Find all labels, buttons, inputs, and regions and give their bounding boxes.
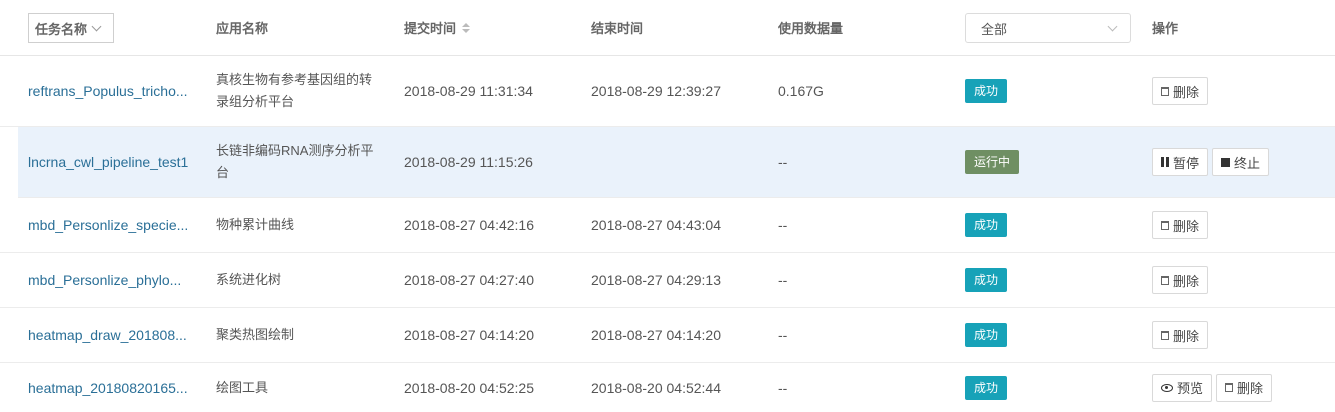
stop-button-label: 终止 xyxy=(1234,155,1261,171)
app-name: 长链非编码RNA测序分析平台 xyxy=(216,143,374,180)
table-row: mbd_Personlize_specie... 物种累计曲线 2018-08-… xyxy=(0,198,1335,253)
end-time: 2018-08-29 12:39:27 xyxy=(591,83,721,99)
delete-button[interactable]: 删除 xyxy=(1216,373,1273,402)
trash-icon xyxy=(1161,220,1169,230)
pause-button-label: 暂停 xyxy=(1173,155,1200,171)
data-usage: 0.167G xyxy=(778,83,824,99)
eye-icon xyxy=(1161,383,1173,392)
delete-button-label: 删除 xyxy=(1173,273,1200,289)
data-usage: -- xyxy=(778,217,788,233)
end-time: 2018-08-20 04:52:44 xyxy=(591,379,721,396)
chevron-down-icon xyxy=(91,21,102,31)
trash-icon xyxy=(1161,86,1169,96)
submit-time-header[interactable]: 提交时间 xyxy=(404,0,584,55)
status-badge: 成功 xyxy=(965,213,1008,237)
table-row: heatmap_draw_201808... 聚类热图绘制 2018-08-27… xyxy=(0,308,1335,363)
preview-button[interactable]: 预览 xyxy=(1152,373,1213,402)
end-time: 2018-08-27 04:29:13 xyxy=(591,272,721,288)
table-row: mbd_Personlize_phylo... 系统进化树 2018-08-27… xyxy=(0,253,1335,308)
task-name-header: 任务名称 xyxy=(35,21,88,37)
delete-button-label: 删除 xyxy=(1173,84,1200,100)
task-name-link[interactable]: heatmap_draw_201808... xyxy=(28,327,187,343)
pause-button[interactable]: 暂停 xyxy=(1152,148,1209,176)
actions-header: 操作 xyxy=(1152,21,1179,36)
submit-time: 2018-08-29 11:31:34 xyxy=(404,83,533,99)
status-badge: 运行中 xyxy=(965,150,1020,174)
submit-time-header-label: 提交时间 xyxy=(404,21,457,36)
app-name: 绘图工具 xyxy=(216,379,269,395)
app-name: 物种累计曲线 xyxy=(216,217,295,232)
submit-time: 2018-08-27 04:14:20 xyxy=(404,327,534,343)
table-header: 任务名称 应用名称 提交时间 结束时间 使用数据量 全部 操作 xyxy=(0,0,1335,56)
submit-time: 2018-08-29 11:15:26 xyxy=(404,154,533,170)
data-usage: -- xyxy=(778,272,788,288)
task-name-link[interactable]: reftrans_Populus_tricho... xyxy=(28,83,188,99)
status-badge: 成功 xyxy=(965,323,1008,347)
submit-time: 2018-08-27 04:42:16 xyxy=(404,217,534,233)
data-usage: -- xyxy=(778,154,788,170)
task-name-sort-dropdown[interactable]: 任务名称 xyxy=(28,13,114,43)
end-time: 2018-08-27 04:43:04 xyxy=(591,217,721,233)
delete-button[interactable]: 删除 xyxy=(1152,321,1209,349)
trash-icon xyxy=(1225,383,1234,392)
app-name: 聚类热图绘制 xyxy=(216,327,295,342)
task-name-link[interactable]: heatmap_20180820165... xyxy=(28,380,188,396)
data-usage-header: 使用数据量 xyxy=(778,21,844,36)
status-filter-value: 全部 xyxy=(981,21,1008,37)
submit-time: 2018-08-20 04:52:25 xyxy=(404,379,534,396)
pause-icon xyxy=(1161,157,1169,167)
sort-icon[interactable] xyxy=(462,22,471,33)
status-badge: 成功 xyxy=(965,375,1008,400)
delete-button[interactable]: 删除 xyxy=(1152,77,1209,105)
task-table: 任务名称 应用名称 提交时间 结束时间 使用数据量 全部 操作 reftrans… xyxy=(0,0,1335,412)
status-badge: 成功 xyxy=(965,268,1008,292)
task-name-link[interactable]: mbd_Personlize_phylo... xyxy=(28,272,181,288)
app-name: 系统进化树 xyxy=(216,272,282,287)
table-row: reftrans_Populus_tricho... 真核生物有参考基因组的转录… xyxy=(0,56,1335,127)
data-usage: -- xyxy=(778,327,788,343)
app-name-header: 应用名称 xyxy=(216,21,269,36)
delete-button-label: 删除 xyxy=(1173,218,1200,234)
chevron-down-icon xyxy=(1107,21,1118,31)
app-name: 真核生物有参考基因组的转录组分析平台 xyxy=(216,72,373,109)
trash-icon xyxy=(1161,330,1169,340)
status-badge: 成功 xyxy=(965,79,1008,103)
delete-button[interactable]: 删除 xyxy=(1152,211,1209,239)
trash-icon xyxy=(1161,275,1169,285)
delete-button-label: 删除 xyxy=(1173,328,1200,344)
data-usage: -- xyxy=(778,379,788,396)
submit-time: 2018-08-27 04:27:40 xyxy=(404,272,534,288)
delete-button[interactable]: 删除 xyxy=(1152,266,1209,294)
end-time-header: 结束时间 xyxy=(591,21,644,36)
delete-button-label: 删除 xyxy=(1237,381,1264,396)
status-filter-select[interactable]: 全部 xyxy=(965,13,1131,43)
stop-button[interactable]: 终止 xyxy=(1212,148,1270,176)
stop-icon xyxy=(1221,157,1231,167)
task-name-link[interactable]: mbd_Personlize_specie... xyxy=(28,217,188,233)
table-row: heatmap_20180820165... 绘图工具 2018-08-20 0… xyxy=(0,363,1335,412)
preview-button-label: 预览 xyxy=(1177,381,1204,396)
task-name-link[interactable]: lncrna_cwl_pipeline_test1 xyxy=(28,154,188,170)
table-row: lncrna_cwl_pipeline_test1 长链非编码RNA测序分析平台… xyxy=(18,127,1335,198)
end-time: 2018-08-27 04:14:20 xyxy=(591,327,721,343)
